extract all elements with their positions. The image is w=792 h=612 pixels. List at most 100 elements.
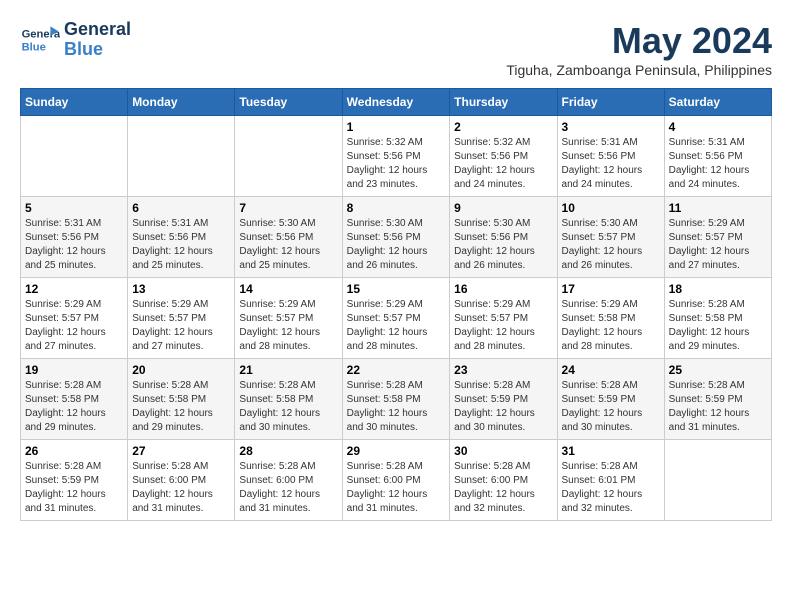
day-info: Sunrise: 5:31 AMSunset: 5:56 PMDaylight:… xyxy=(132,217,230,273)
calendar-cell: 2Sunrise: 5:32 AMSunset: 5:56 PMDaylight… xyxy=(450,116,557,197)
title-block: May 2024 Tiguha, Zamboanga Peninsula, Ph… xyxy=(506,20,772,78)
day-info: Sunrise: 5:29 AMSunset: 5:57 PMDaylight:… xyxy=(347,298,446,354)
calendar-week-row: 1Sunrise: 5:32 AMSunset: 5:56 PMDaylight… xyxy=(21,116,772,197)
day-number: 6 xyxy=(132,201,230,215)
day-number: 20 xyxy=(132,363,230,377)
day-number: 30 xyxy=(454,444,552,458)
day-number: 26 xyxy=(25,444,123,458)
day-number: 10 xyxy=(562,201,660,215)
day-info: Sunrise: 5:31 AMSunset: 5:56 PMDaylight:… xyxy=(562,136,660,192)
day-info: Sunrise: 5:32 AMSunset: 5:56 PMDaylight:… xyxy=(347,136,446,192)
calendar-week-row: 26Sunrise: 5:28 AMSunset: 5:59 PMDayligh… xyxy=(21,440,772,521)
weekday-header: Monday xyxy=(128,89,235,116)
day-number: 24 xyxy=(562,363,660,377)
calendar-cell xyxy=(128,116,235,197)
weekday-header: Saturday xyxy=(664,89,771,116)
day-info: Sunrise: 5:29 AMSunset: 5:57 PMDaylight:… xyxy=(454,298,552,354)
calendar-cell: 13 Sunrise: 5:29 AMSunset: 5:57 PMDayligh… xyxy=(128,278,235,359)
calendar-cell: 11Sunrise: 5:29 AMSunset: 5:57 PMDayligh… xyxy=(664,197,771,278)
day-number: 29 xyxy=(347,444,446,458)
day-info: Sunrise: 5:31 AMSunset: 5:56 PMDaylight:… xyxy=(25,217,123,273)
svg-text:Blue: Blue xyxy=(22,41,46,53)
calendar-cell: 21 Sunrise: 5:28 AMSunset: 5:58 PMDayligh… xyxy=(235,359,342,440)
calendar-table: SundayMondayTuesdayWednesdayThursdayFrid… xyxy=(20,88,772,521)
calendar-cell: 18Sunrise: 5:28 AMSunset: 5:58 PMDayligh… xyxy=(664,278,771,359)
calendar-cell: 3 Sunrise: 5:31 AMSunset: 5:56 PMDaylight… xyxy=(557,116,664,197)
calendar-cell: 10Sunrise: 5:30 AMSunset: 5:57 PMDayligh… xyxy=(557,197,664,278)
calendar-cell xyxy=(664,440,771,521)
day-info: Sunrise: 5:28 AMSunset: 6:00 PMDaylight:… xyxy=(347,460,446,516)
calendar-cell: 8 Sunrise: 5:30 AMSunset: 5:56 PMDaylight… xyxy=(342,197,450,278)
day-info: Sunrise: 5:28 AMSunset: 5:58 PMDaylight:… xyxy=(347,379,446,435)
calendar-cell: 30 Sunrise: 5:28 AMSunset: 6:00 PMDayligh… xyxy=(450,440,557,521)
calendar-cell xyxy=(235,116,342,197)
day-number: 27 xyxy=(132,444,230,458)
day-number: 3 xyxy=(562,120,660,134)
day-number: 5 xyxy=(25,201,123,215)
calendar-cell: 19Sunrise: 5:28 AMSunset: 5:58 PMDayligh… xyxy=(21,359,128,440)
day-number: 14 xyxy=(239,282,337,296)
day-info: Sunrise: 5:28 AMSunset: 6:00 PMDaylight:… xyxy=(132,460,230,516)
day-info: Sunrise: 5:29 AMSunset: 5:57 PMDaylight:… xyxy=(239,298,337,354)
day-number: 17 xyxy=(562,282,660,296)
calendar-cell: 17Sunrise: 5:29 AMSunset: 5:58 PMDayligh… xyxy=(557,278,664,359)
day-info: Sunrise: 5:28 AMSunset: 5:59 PMDaylight:… xyxy=(454,379,552,435)
calendar-cell: 28Sunrise: 5:28 AMSunset: 6:00 PMDayligh… xyxy=(235,440,342,521)
calendar-cell: 26Sunrise: 5:28 AMSunset: 5:59 PMDayligh… xyxy=(21,440,128,521)
day-number: 9 xyxy=(454,201,552,215)
calendar-cell: 31 Sunrise: 5:28 AMSunset: 6:01 PMDayligh… xyxy=(557,440,664,521)
weekday-header: Friday xyxy=(557,89,664,116)
calendar-cell: 7 Sunrise: 5:30 AMSunset: 5:56 PMDaylight… xyxy=(235,197,342,278)
day-info: Sunrise: 5:29 AMSunset: 5:57 PMDaylight:… xyxy=(132,298,230,354)
day-info: Sunrise: 5:28 AMSunset: 6:01 PMDaylight:… xyxy=(562,460,660,516)
day-number: 21 xyxy=(239,363,337,377)
day-number: 18 xyxy=(669,282,767,296)
day-number: 25 xyxy=(669,363,767,377)
calendar-cell: 23 Sunrise: 5:28 AMSunset: 5:59 PMDayligh… xyxy=(450,359,557,440)
day-info: Sunrise: 5:28 AMSunset: 6:00 PMDaylight:… xyxy=(454,460,552,516)
day-number: 12 xyxy=(25,282,123,296)
day-info: Sunrise: 5:28 AMSunset: 5:59 PMDaylight:… xyxy=(562,379,660,435)
calendar-cell: 25 Sunrise: 5:28 AMSunset: 5:59 PMDayligh… xyxy=(664,359,771,440)
calendar-week-row: 5 Sunrise: 5:31 AMSunset: 5:56 PMDaylight… xyxy=(21,197,772,278)
day-info: Sunrise: 5:28 AMSunset: 5:58 PMDaylight:… xyxy=(25,379,123,435)
weekday-header: Sunday xyxy=(21,89,128,116)
day-info: Sunrise: 5:28 AMSunset: 6:00 PMDaylight:… xyxy=(239,460,337,516)
calendar-cell: 9Sunrise: 5:30 AMSunset: 5:56 PMDaylight… xyxy=(450,197,557,278)
page-title: May 2024 xyxy=(506,20,772,62)
page-subtitle: Tiguha, Zamboanga Peninsula, Philippines xyxy=(506,62,772,78)
day-info: Sunrise: 5:31 AMSunset: 5:56 PMDaylight:… xyxy=(669,136,767,192)
day-number: 31 xyxy=(562,444,660,458)
calendar-cell: 24 Sunrise: 5:28 AMSunset: 5:59 PMDayligh… xyxy=(557,359,664,440)
calendar-week-row: 19Sunrise: 5:28 AMSunset: 5:58 PMDayligh… xyxy=(21,359,772,440)
day-number: 15 xyxy=(347,282,446,296)
day-number: 23 xyxy=(454,363,552,377)
day-number: 13 xyxy=(132,282,230,296)
day-number: 4 xyxy=(669,120,767,134)
calendar-cell: 29 Sunrise: 5:28 AMSunset: 6:00 PMDayligh… xyxy=(342,440,450,521)
day-number: 22 xyxy=(347,363,446,377)
calendar-cell: 20 Sunrise: 5:28 AMSunset: 5:58 PMDayligh… xyxy=(128,359,235,440)
day-info: Sunrise: 5:28 AMSunset: 5:59 PMDaylight:… xyxy=(669,379,767,435)
day-number: 8 xyxy=(347,201,446,215)
day-info: Sunrise: 5:30 AMSunset: 5:56 PMDaylight:… xyxy=(347,217,446,273)
day-number: 7 xyxy=(239,201,337,215)
calendar-cell: 27 Sunrise: 5:28 AMSunset: 6:00 PMDayligh… xyxy=(128,440,235,521)
calendar-cell: 6 Sunrise: 5:31 AMSunset: 5:56 PMDaylight… xyxy=(128,197,235,278)
day-info: Sunrise: 5:28 AMSunset: 5:58 PMDaylight:… xyxy=(239,379,337,435)
calendar-week-row: 12 Sunrise: 5:29 AMSunset: 5:57 PMDayligh… xyxy=(21,278,772,359)
page-header: General Blue General Blue May 2024 Tiguh… xyxy=(20,20,772,78)
day-number: 2 xyxy=(454,120,552,134)
weekday-header: Tuesday xyxy=(235,89,342,116)
day-info: Sunrise: 5:29 AMSunset: 5:57 PMDaylight:… xyxy=(25,298,123,354)
day-info: Sunrise: 5:28 AMSunset: 5:58 PMDaylight:… xyxy=(132,379,230,435)
weekday-header: Thursday xyxy=(450,89,557,116)
calendar-cell xyxy=(21,116,128,197)
day-info: Sunrise: 5:30 AMSunset: 5:56 PMDaylight:… xyxy=(239,217,337,273)
day-info: Sunrise: 5:29 AMSunset: 5:57 PMDaylight:… xyxy=(669,217,767,273)
calendar-cell: 5 Sunrise: 5:31 AMSunset: 5:56 PMDaylight… xyxy=(21,197,128,278)
calendar-cell: 22 Sunrise: 5:28 AMSunset: 5:58 PMDayligh… xyxy=(342,359,450,440)
calendar-cell: 16Sunrise: 5:29 AMSunset: 5:57 PMDayligh… xyxy=(450,278,557,359)
page-container: General Blue General Blue May 2024 Tiguh… xyxy=(20,20,772,521)
calendar-cell: 4 Sunrise: 5:31 AMSunset: 5:56 PMDaylight… xyxy=(664,116,771,197)
